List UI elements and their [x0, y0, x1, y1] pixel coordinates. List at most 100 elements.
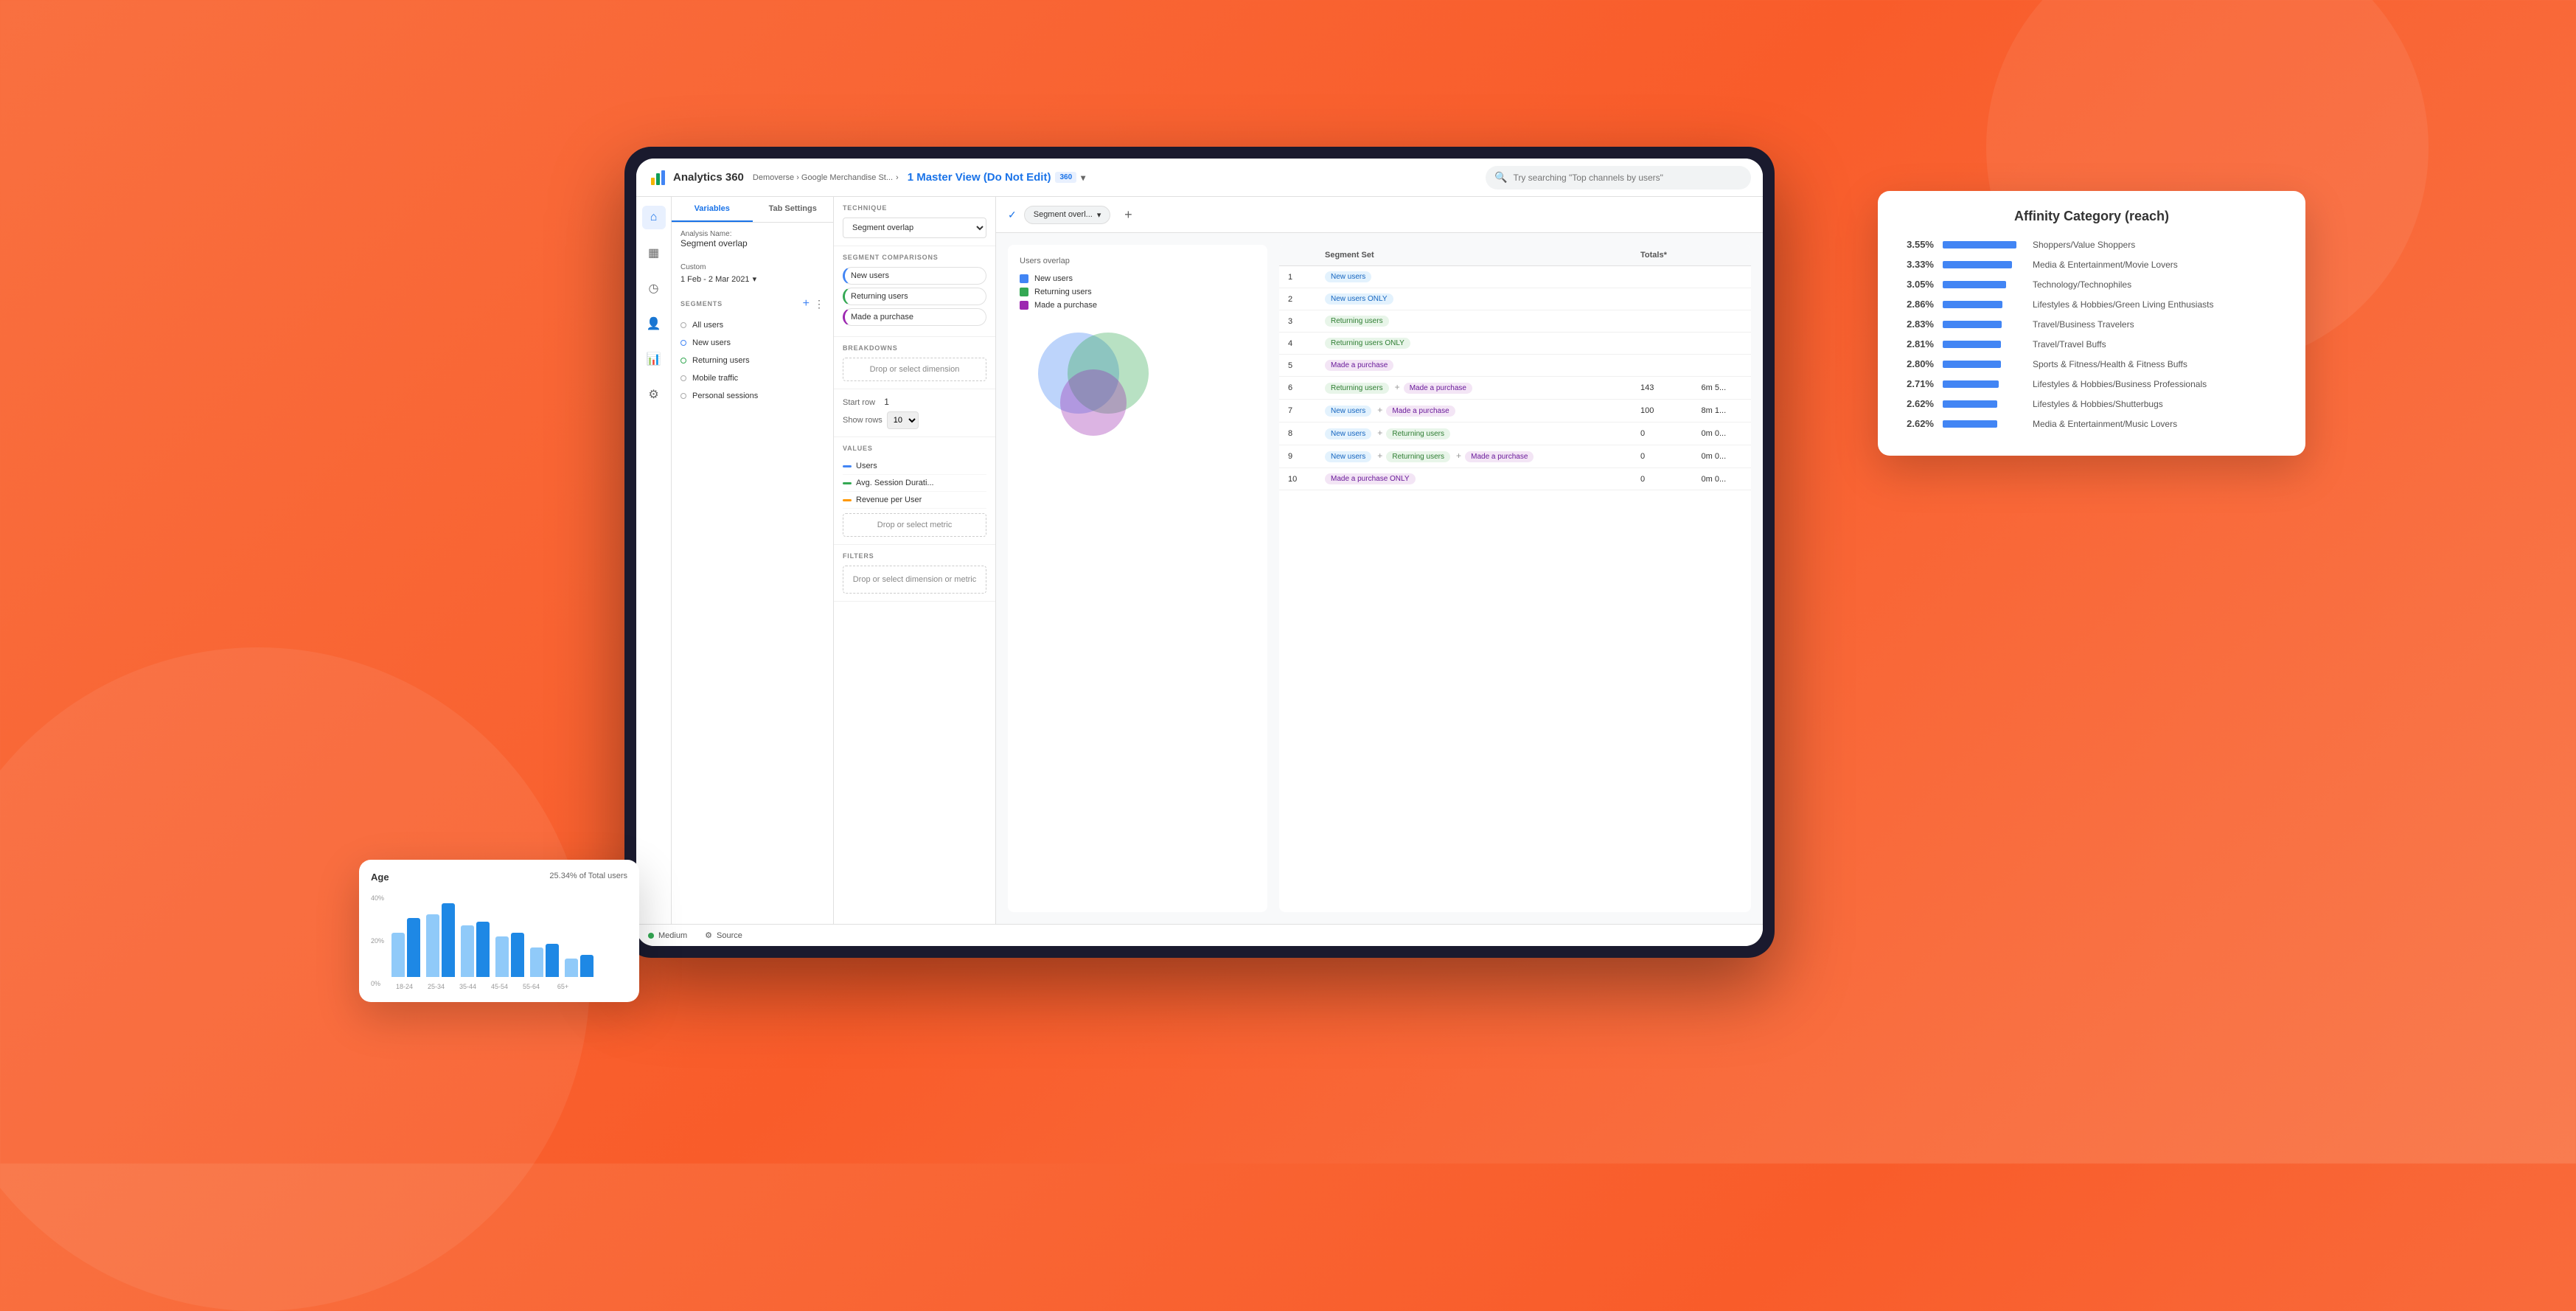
- affinity-bar-container: [1943, 241, 2024, 248]
- value-revenue[interactable]: Revenue per User: [843, 492, 986, 509]
- search-icon: 🔍: [1494, 171, 1507, 184]
- tab-settings[interactable]: Tab Settings: [753, 197, 834, 222]
- y-axis-labels: 40% 20% 0%: [371, 894, 384, 990]
- table-body: 1 New users 2 New users ONLY: [1279, 266, 1751, 490]
- affinity-pct: 2.62%: [1898, 418, 1934, 429]
- col-header-totals[interactable]: Totals*: [1632, 245, 1693, 266]
- segment-tag[interactable]: Made a purchase: [1404, 383, 1472, 394]
- affinity-row: 2.62% Lifestyles & Hobbies/Shutterbugs: [1898, 398, 2285, 409]
- segment-item-returning[interactable]: Returning users: [672, 352, 833, 369]
- table-row: 8 New users + Returning users 0 0m 0...: [1279, 422, 1751, 445]
- segment-tag[interactable]: New users: [1325, 428, 1371, 439]
- app-title: Analytics 360: [673, 171, 744, 184]
- bar-light: [495, 936, 509, 977]
- affinity-row: 3.05% Technology/Technophiles: [1898, 279, 2285, 290]
- comparison-purchase[interactable]: Made a purchase: [843, 308, 986, 326]
- analysis-name-label: Analysis Name:: [680, 230, 824, 238]
- row-num: 2: [1279, 288, 1316, 310]
- row-segments: New users: [1316, 266, 1632, 288]
- value-color-bar: [843, 482, 852, 484]
- bottom-item-source[interactable]: ⚙ Source: [705, 931, 742, 940]
- row-extra: [1693, 266, 1751, 288]
- bar-dark: [580, 955, 593, 977]
- affinity-bar: [1943, 341, 2001, 348]
- sidebar-icon-settings[interactable]: ⚙: [642, 383, 666, 406]
- sidebar-icon-home[interactable]: ⌂: [642, 206, 666, 229]
- segment-dot: [680, 358, 686, 364]
- segment-tag[interactable]: New users: [1325, 271, 1371, 282]
- segment-menu-icon[interactable]: ⋮: [814, 298, 824, 310]
- y-label: 0%: [371, 980, 384, 987]
- segment-tag[interactable]: New users ONLY: [1325, 293, 1393, 305]
- x-label: 65+: [550, 983, 576, 990]
- sidebar-icon-user[interactable]: 👤: [642, 312, 666, 335]
- chart-card-header: Age 25.34% of Total users: [371, 872, 627, 883]
- segment-tag[interactable]: Made a purchase: [1386, 406, 1455, 417]
- segment-tag[interactable]: Made a purchase: [1325, 360, 1393, 371]
- comparison-new-users[interactable]: New users: [843, 267, 986, 285]
- row-value: [1632, 333, 1693, 355]
- row-value: [1632, 355, 1693, 377]
- bottom-item-label: Medium: [658, 931, 687, 940]
- affinity-row: 3.55% Shoppers/Value Shoppers: [1898, 239, 2285, 250]
- sidebar-icon-grid[interactable]: ▦: [642, 241, 666, 265]
- col-header-extra: [1693, 245, 1751, 266]
- chevron-down-icon: ▾: [753, 274, 757, 284]
- affinity-pct: 2.83%: [1898, 319, 1934, 330]
- tab-variables[interactable]: Variables: [672, 197, 753, 222]
- report-title-area[interactable]: 1 Master View (Do Not Edit) 360 ▾: [908, 171, 1085, 184]
- segment-tag[interactable]: New users: [1325, 451, 1371, 462]
- row-segments: Made a purchase: [1316, 355, 1632, 377]
- affinity-label: Travel/Travel Buffs: [2033, 339, 2285, 350]
- show-rows-select[interactable]: 10: [887, 411, 919, 429]
- metric-drop-zone[interactable]: Drop or select metric: [843, 513, 986, 537]
- col-header-segment[interactable]: Segment Set: [1316, 245, 1632, 266]
- top-bar: Analytics 360 Demoverse › Google Merchan…: [636, 159, 1763, 197]
- search-bar[interactable]: 🔍: [1486, 166, 1751, 189]
- segment-tag[interactable]: Returning users ONLY: [1325, 338, 1410, 349]
- segment-tag[interactable]: Returning users: [1386, 428, 1450, 439]
- chart-card: Age 25.34% of Total users 40% 20% 0%: [359, 860, 639, 1002]
- segment-dot: [680, 393, 686, 399]
- breakdown-drop-zone[interactable]: Drop or select dimension: [843, 358, 986, 381]
- affinity-label: Lifestyles & Hobbies/Green Living Enthus…: [2033, 299, 2285, 310]
- row-extra: 0m 0...: [1693, 468, 1751, 490]
- add-tab-button[interactable]: +: [1118, 204, 1138, 225]
- segment-item-all[interactable]: All users: [672, 316, 833, 334]
- segment-overlap-btn[interactable]: Segment overl... ▾: [1024, 206, 1111, 224]
- value-session[interactable]: Avg. Session Durati...: [843, 475, 986, 492]
- bottom-item-medium[interactable]: Medium: [648, 931, 687, 940]
- x-label: 18-24: [391, 983, 417, 990]
- affinity-bar-container: [1943, 301, 2024, 308]
- affinity-bar-container: [1943, 400, 2024, 408]
- segment-tag[interactable]: Returning users: [1386, 451, 1450, 462]
- segment-item-mobile[interactable]: Mobile traffic: [672, 369, 833, 387]
- date-range[interactable]: 1 Feb - 2 Mar 2021 ▾: [680, 274, 824, 284]
- affinity-pct: 2.62%: [1898, 398, 1934, 409]
- sidebar-icon-clock[interactable]: ◷: [642, 277, 666, 300]
- segments-title: SEGMENTS: [680, 300, 723, 307]
- segment-item-new[interactable]: New users: [672, 334, 833, 352]
- segment-tag[interactable]: Returning users: [1325, 383, 1389, 394]
- value-users[interactable]: Users: [843, 458, 986, 475]
- technique-select[interactable]: Segment overlap: [843, 218, 986, 238]
- add-segment-icon[interactable]: +: [803, 297, 810, 310]
- segment-tag[interactable]: Returning users: [1325, 316, 1389, 327]
- report-badge: 360: [1055, 172, 1076, 183]
- row-value: 100: [1632, 400, 1693, 422]
- affinity-pct: 2.80%: [1898, 358, 1934, 369]
- comparison-returning[interactable]: Returning users: [843, 288, 986, 305]
- sidebar-icon-chart[interactable]: 📊: [642, 347, 666, 371]
- segment-tag[interactable]: Made a purchase ONLY: [1325, 473, 1416, 484]
- settings-icon: ⚙: [705, 931, 712, 940]
- segment-tag[interactable]: New users: [1325, 406, 1371, 417]
- filter-drop-zone[interactable]: Drop or select dimension or metric: [843, 566, 986, 594]
- segment-dot: [680, 375, 686, 381]
- search-input[interactable]: [1513, 173, 1742, 183]
- affinity-pct: 2.81%: [1898, 338, 1934, 350]
- segment-tag[interactable]: Made a purchase: [1465, 451, 1534, 462]
- row-value: [1632, 310, 1693, 333]
- legend-color: [1020, 288, 1028, 296]
- segment-item-personal[interactable]: Personal sessions: [672, 387, 833, 405]
- row-segments: Returning users + Made a purchase: [1316, 377, 1632, 400]
